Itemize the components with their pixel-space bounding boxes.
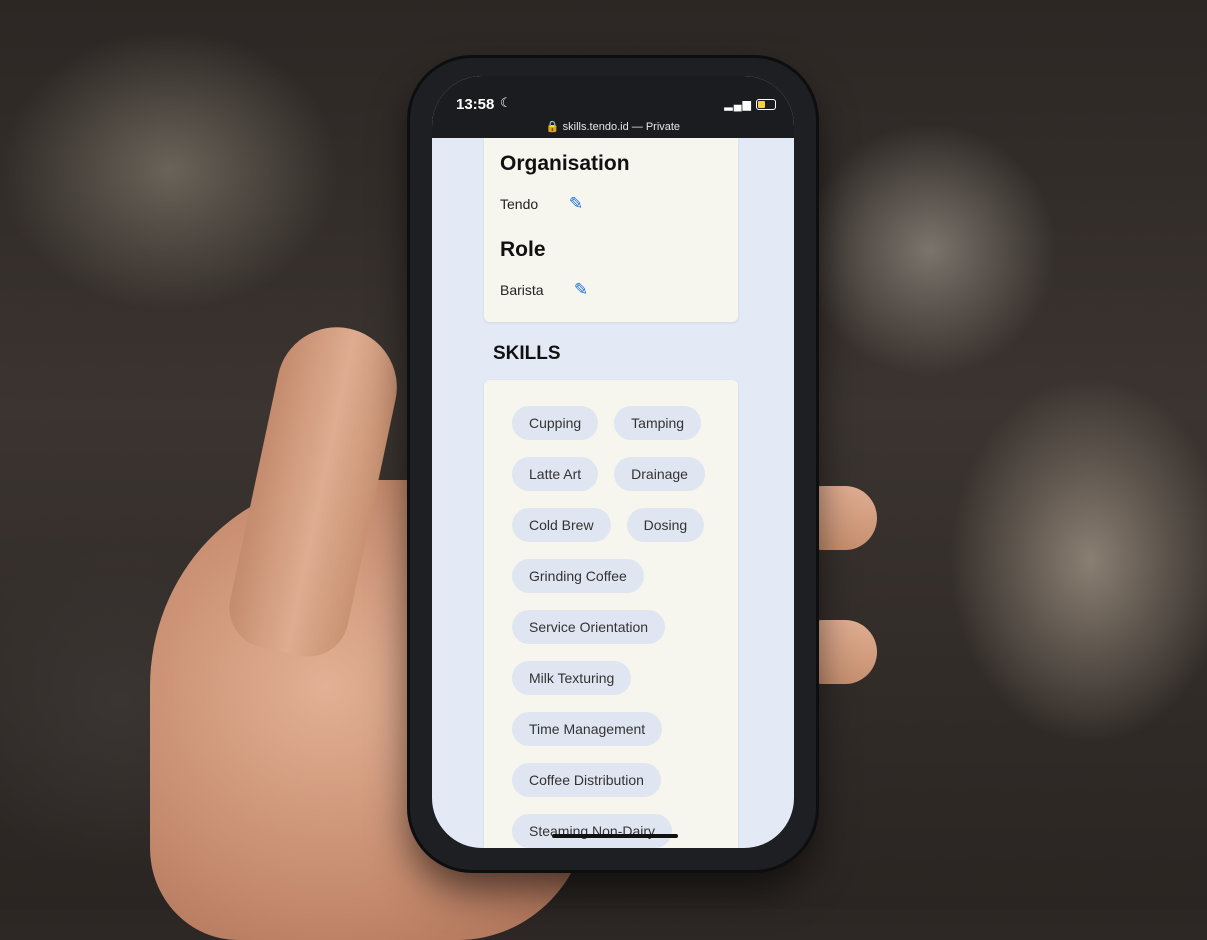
profile-card: Organisation Tendo ✎ Role Barista ✎ — [484, 138, 738, 322]
skill-chip[interactable]: Cupping — [512, 406, 599, 440]
home-indicator[interactable] — [552, 834, 678, 838]
skill-chip[interactable]: Time Management — [512, 712, 663, 746]
address-bar-url[interactable]: 🔒 skills.tendo.id — Private — [432, 120, 794, 133]
skill-chip[interactable]: Coffee Distribution — [512, 763, 661, 797]
signal-icon: ▂▄▆ — [724, 99, 752, 111]
role-value: Barista — [500, 282, 544, 298]
skill-chip[interactable]: Grinding Coffee — [512, 559, 644, 593]
skill-chip[interactable]: Milk Texturing — [512, 661, 632, 695]
skill-chip[interactable]: Steaming Non-Dairy — [512, 814, 673, 848]
skills-row: Coffee Distribution — [512, 763, 724, 797]
page-content: Organisation Tendo ✎ Role Barista ✎ SKIL… — [432, 138, 794, 848]
role-heading: Role — [500, 238, 546, 261]
skills-card: Cupping Tamping Latte Art Drainage Cold Brew… — [484, 380, 738, 848]
skills-row: Cold Brew Dosing — [512, 508, 724, 542]
skill-chip[interactable]: Service Orientation — [512, 610, 666, 644]
skills-row: Time Management — [512, 712, 724, 746]
battery-icon — [756, 99, 776, 110]
edit-organisation-icon[interactable]: ✎ — [567, 195, 585, 213]
phone-screen: 13:58 ☾ ▂▄▆ 🔒 skills.tendo.id — Private … — [432, 76, 794, 848]
skill-chip[interactable]: Tamping — [614, 406, 702, 440]
skills-row: Grinding Coffee — [512, 559, 724, 593]
skills-row: Latte Art Drainage — [512, 457, 724, 491]
organisation-value: Tendo — [500, 196, 539, 212]
skills-heading: SKILLS — [493, 343, 561, 364]
skills-row: Service Orientation — [512, 610, 724, 644]
skills-row: Cupping Tamping — [512, 406, 724, 440]
moon-icon: ☾ — [500, 95, 512, 110]
edit-role-icon[interactable]: ✎ — [572, 281, 590, 299]
status-bar: 13:58 ☾ ▂▄▆ 🔒 skills.tendo.id — Private — [432, 76, 794, 138]
skills-chip-list: Cupping Tamping Latte Art Drainage Cold Brew… — [512, 406, 724, 848]
skill-chip[interactable]: Cold Brew — [512, 508, 611, 542]
skills-row: Milk Texturing — [512, 661, 724, 695]
organisation-heading: Organisation — [500, 152, 630, 175]
skill-chip[interactable]: Drainage — [614, 457, 705, 491]
status-time: 13:58 — [456, 96, 495, 113]
skill-chip[interactable]: Latte Art — [512, 457, 599, 491]
skill-chip[interactable]: Dosing — [626, 508, 705, 542]
skills-row: Steaming Non-Dairy — [512, 814, 724, 848]
